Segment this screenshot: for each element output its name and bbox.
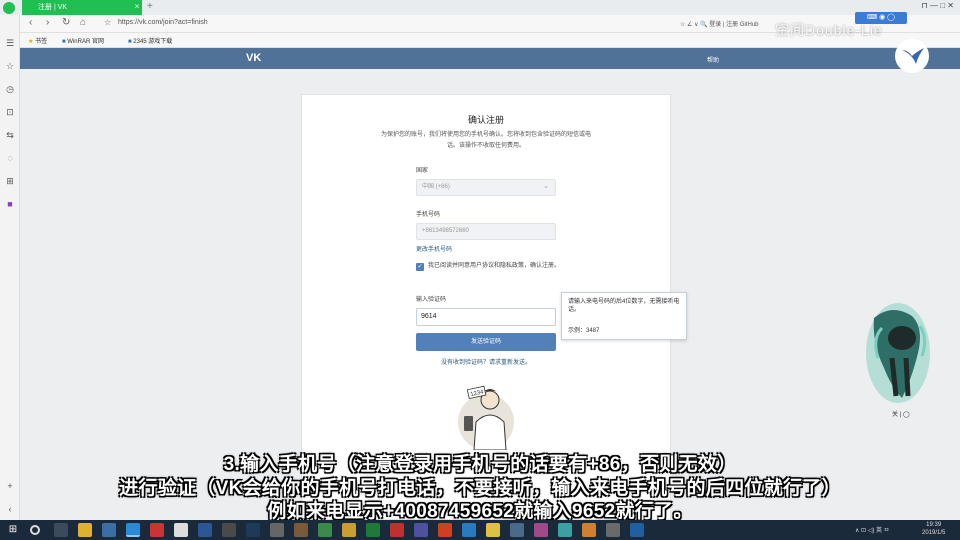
clock-time: 19:39 xyxy=(926,522,942,528)
taskbar-app-icon[interactable] xyxy=(582,523,596,537)
taskbar-app-icon[interactable] xyxy=(342,523,356,537)
file-explorer-icon[interactable] xyxy=(78,523,92,537)
vk-header xyxy=(20,48,960,69)
help-link[interactable]: 帮助 xyxy=(707,55,719,64)
taskbar-app-icon[interactable] xyxy=(534,523,548,537)
video-watermark: 空间Double-Lie xyxy=(775,22,883,38)
hint-text: 请输入来电号码的后4位数字，无需接听电话。 xyxy=(568,299,680,313)
sidebar-chat-icon[interactable]: ◌ xyxy=(5,153,15,163)
taskbar-app-icon[interactable] xyxy=(390,523,404,537)
resend-link[interactable]: 没有收到验证码？请求重新发送。 xyxy=(416,357,556,366)
search-icon[interactable] xyxy=(30,525,40,535)
taskbar-app-icon[interactable] xyxy=(486,523,500,537)
desktop-mascot[interactable] xyxy=(862,298,934,408)
home-icon[interactable]: ⌂ xyxy=(80,17,86,28)
taskbar-clock[interactable]: 19:39 2019/1/5 xyxy=(922,521,945,537)
sidebar-app-icon[interactable]: ■ xyxy=(5,199,15,209)
bookmark-item[interactable]: ■ WinRAR 官网 xyxy=(62,36,104,45)
star-icon[interactable]: ☆ xyxy=(104,18,111,27)
taskbar-app-icon[interactable] xyxy=(150,523,164,537)
confirm-button[interactable]: 发送验证码 xyxy=(416,333,556,351)
chevron-down-icon: ⌄ xyxy=(543,183,549,190)
bookmark-item[interactable]: ■ 2345 游戏下载 xyxy=(128,36,172,45)
code-label: 输入验证码 xyxy=(416,297,447,303)
mascot-label[interactable]: 关 | ◯ xyxy=(892,409,910,418)
system-tray[interactable]: ∧ ⊡ ◁) 英 ㅁ xyxy=(855,525,889,534)
task-view-icon[interactable] xyxy=(54,523,68,537)
browser-taskbar-icon[interactable] xyxy=(126,523,140,537)
phone-call-illustration: 1234 xyxy=(458,385,514,450)
address-bar-tools[interactable]: ☆ ∠ ∨ 🔍 登录 | 注册 GitHub xyxy=(680,19,759,28)
hint-example: 示例：3487 xyxy=(568,328,600,334)
taskbar-app-icon[interactable] xyxy=(174,523,188,537)
excel-icon[interactable] xyxy=(366,523,380,537)
word-icon[interactable] xyxy=(198,523,212,537)
page-title: 确认注册 xyxy=(467,115,504,125)
sidebar-star-icon[interactable]: ☆ xyxy=(5,61,15,71)
subtitle-line-3: 例如来电显示+40087459652就输入9652就行了。 xyxy=(267,501,693,522)
page-description: 为保护您的账号，我们将使用您的手机号确认。您将收到包含验证码的短信或电话。该操作… xyxy=(380,132,591,149)
subtitle-line-1: 3.输入手机号（注意登录用手机号的话要有+86，否则无效） xyxy=(223,454,737,475)
taskbar-app-icon[interactable] xyxy=(606,523,620,537)
powerpoint-icon[interactable] xyxy=(438,523,452,537)
agree-checkbox[interactable]: ✓ xyxy=(416,263,424,271)
taskbar-app-icon[interactable] xyxy=(102,523,116,537)
bookmark-item[interactable]: ★ 书签 xyxy=(28,36,47,45)
forward-icon[interactable]: › xyxy=(46,17,49,28)
vk-logo[interactable]: VK xyxy=(246,52,261,64)
change-phone-link[interactable]: 更改手机号码 xyxy=(416,244,452,253)
start-icon[interactable]: ⊞ xyxy=(6,523,20,537)
code-field[interactable]: 9614 xyxy=(416,308,556,326)
new-tab-icon[interactable]: + xyxy=(147,1,153,12)
tab-vk-register[interactable]: 注册 | VK xyxy=(22,0,142,15)
browser-titlebar xyxy=(0,0,960,15)
taskbar-app-icon[interactable] xyxy=(462,523,476,537)
taskbar-app-icon[interactable] xyxy=(414,523,428,537)
sidebar-history-icon[interactable]: ◷ xyxy=(5,84,15,94)
taskbar-app-icon[interactable] xyxy=(294,523,308,537)
window-controls[interactable]: ⊓ — □ ✕ xyxy=(922,1,954,10)
url-input[interactable]: https://vk.com/join?act=finish xyxy=(118,19,208,26)
refresh-icon[interactable]: ↻ xyxy=(62,17,70,28)
phone-label: 手机号码 xyxy=(416,212,441,218)
tab-close-icon[interactable]: × xyxy=(132,2,142,12)
windows-taskbar xyxy=(0,520,960,540)
steam-icon[interactable] xyxy=(246,523,260,537)
browser-logo-icon[interactable] xyxy=(3,2,15,14)
sidebar-window-icon[interactable]: ⊡ xyxy=(5,107,15,117)
taskbar-app-icon[interactable] xyxy=(558,523,572,537)
sidebar-menu-icon[interactable]: ☰ xyxy=(5,38,15,48)
taskbar-app-icon[interactable] xyxy=(510,523,524,537)
taskbar-app-icon[interactable] xyxy=(318,523,332,537)
sidebar-link-icon[interactable]: ⇆ xyxy=(5,130,15,140)
agree-checkbox-label: 我已阅读并同意用户协议和隐私政策，确认注册。 xyxy=(428,263,561,269)
clock-date: 2019/1/5 xyxy=(922,530,946,536)
country-label: 国家 xyxy=(416,168,429,174)
phone-field[interactable]: +8613498572660 xyxy=(416,223,556,240)
sidebar-cart-icon[interactable]: ⊞ xyxy=(5,176,15,186)
back-icon[interactable]: ‹ xyxy=(29,17,32,28)
taskbar-app-icon[interactable] xyxy=(222,523,236,537)
taskbar-app-icon[interactable] xyxy=(270,523,284,537)
bird-logo-icon xyxy=(895,39,929,73)
country-select[interactable]: 中国 (+86) xyxy=(416,179,556,196)
taskbar-app-icon[interactable] xyxy=(630,523,644,537)
